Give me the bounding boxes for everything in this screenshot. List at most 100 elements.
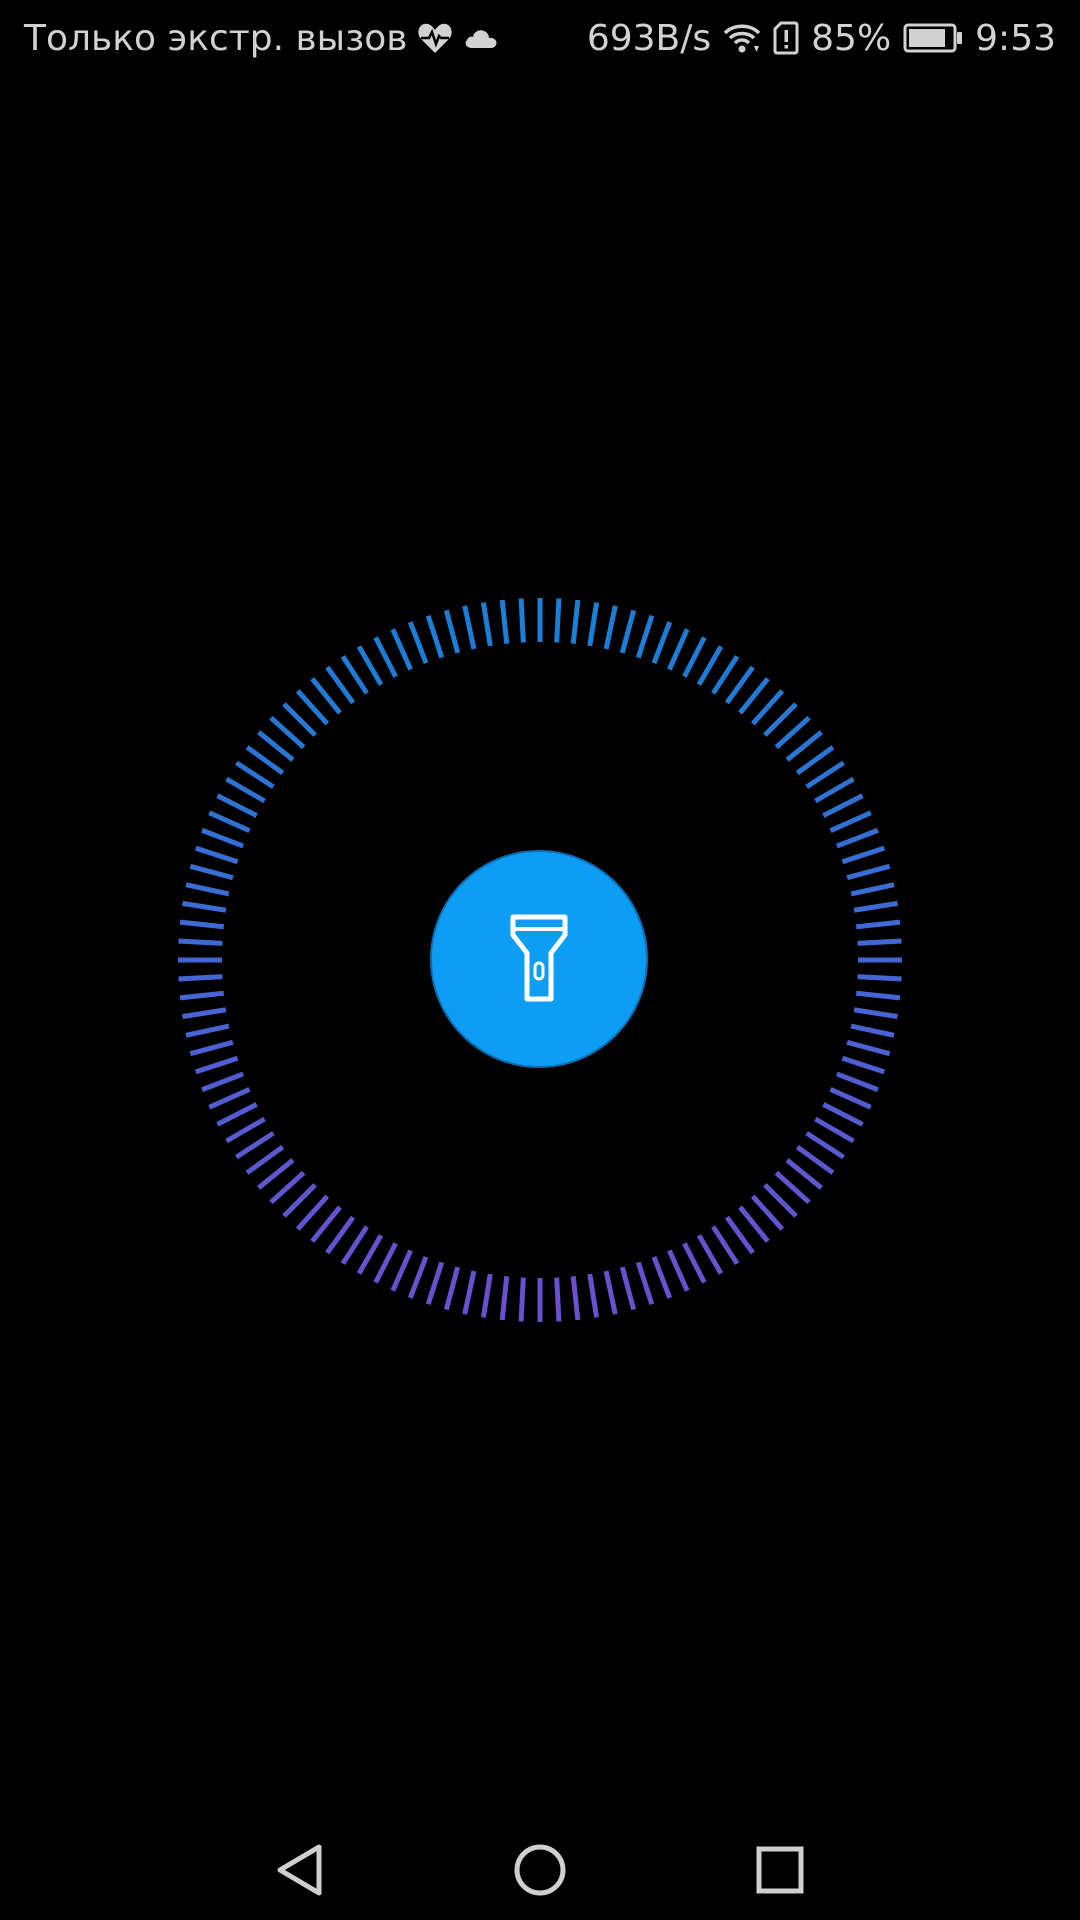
back-button[interactable] bbox=[270, 1840, 330, 1900]
ring-tick bbox=[425, 614, 445, 659]
ring-tick bbox=[443, 609, 461, 654]
ring-tick bbox=[340, 1225, 369, 1265]
ring-tick bbox=[462, 1270, 477, 1315]
ring-tick bbox=[201, 827, 245, 849]
home-icon bbox=[514, 1844, 566, 1896]
ring-tick bbox=[619, 609, 637, 654]
ring-tick bbox=[603, 605, 618, 650]
ring-tick bbox=[587, 602, 600, 647]
ring-tick bbox=[216, 1102, 258, 1127]
ring-tick bbox=[373, 636, 398, 678]
ring-tick bbox=[667, 628, 690, 671]
ring-tick bbox=[853, 1007, 898, 1020]
ring-tick bbox=[635, 614, 655, 659]
ring-tick bbox=[835, 827, 879, 849]
ring-tick bbox=[855, 919, 901, 930]
ring-tick bbox=[651, 621, 673, 665]
ring-tick bbox=[245, 1144, 285, 1175]
ring-tick bbox=[235, 760, 275, 789]
ring-tick bbox=[850, 882, 895, 897]
ring-tick bbox=[795, 745, 835, 776]
ring-tick bbox=[724, 1215, 755, 1255]
ring-tick bbox=[682, 1242, 707, 1284]
ring-tick bbox=[208, 1087, 251, 1110]
ring-tick bbox=[189, 1039, 234, 1057]
ring-tick bbox=[738, 677, 770, 715]
ring-tick bbox=[407, 621, 429, 665]
ring-tick bbox=[182, 1007, 227, 1020]
ring-tick bbox=[185, 1023, 230, 1038]
ring-tick bbox=[738, 1205, 770, 1243]
ring-tick bbox=[841, 845, 886, 865]
ring-tick bbox=[554, 598, 562, 643]
ring-tick bbox=[179, 990, 225, 1001]
ring-tick bbox=[178, 938, 223, 946]
flashlight-icon bbox=[510, 914, 568, 1002]
ring-tick bbox=[855, 990, 901, 1001]
ring-tick bbox=[310, 677, 342, 715]
ring-tick bbox=[390, 1249, 413, 1292]
ring-tick bbox=[805, 1131, 845, 1160]
ring-tick bbox=[185, 882, 230, 897]
ring-tick bbox=[216, 793, 258, 818]
ring-tick bbox=[443, 1266, 461, 1311]
ring-tick bbox=[846, 863, 891, 881]
ring-tick bbox=[841, 1055, 886, 1075]
flashlight-toggle-button[interactable] bbox=[430, 850, 648, 1068]
ring-tick bbox=[235, 1131, 275, 1160]
ring-tick bbox=[340, 655, 369, 695]
ring-tick bbox=[194, 1055, 239, 1075]
ring-tick bbox=[356, 645, 384, 686]
ring-tick bbox=[587, 1273, 600, 1318]
ring-tick bbox=[635, 1261, 655, 1306]
ring-tick bbox=[194, 845, 239, 865]
ring-tick bbox=[462, 605, 477, 650]
ring-tick bbox=[179, 919, 225, 930]
ring-tick bbox=[182, 900, 227, 913]
ring-tick bbox=[325, 665, 356, 705]
ring-tick bbox=[857, 938, 902, 946]
ring-tick bbox=[785, 1158, 823, 1190]
ring-tick bbox=[822, 1102, 864, 1127]
ring-tick bbox=[407, 1255, 429, 1299]
ring-tick bbox=[178, 974, 223, 982]
ring-tick bbox=[208, 810, 251, 833]
ring-tick bbox=[554, 1277, 562, 1322]
ring-tick bbox=[651, 1255, 673, 1299]
ring-tick bbox=[310, 1205, 342, 1243]
ring-tick bbox=[846, 1039, 891, 1057]
flashlight-screen: Только экстр. вызов 693B/s 85% 9:53 bbox=[0, 0, 1080, 1920]
ring-tick bbox=[829, 810, 872, 833]
ring-tick bbox=[518, 1277, 526, 1322]
ring-tick bbox=[201, 1071, 245, 1093]
ring-tick bbox=[853, 900, 898, 913]
ring-tick bbox=[805, 760, 845, 789]
ring-tick bbox=[603, 1270, 618, 1315]
recents-button[interactable] bbox=[750, 1840, 810, 1900]
ring-tick bbox=[570, 1275, 581, 1321]
ring-tick bbox=[785, 730, 823, 762]
ring-tick bbox=[682, 636, 707, 678]
ring-tick bbox=[257, 730, 295, 762]
ring-tick bbox=[245, 745, 285, 776]
ring-tick bbox=[667, 1249, 690, 1292]
ring-tick bbox=[711, 1225, 740, 1265]
home-button[interactable] bbox=[510, 1840, 570, 1900]
ring-tick bbox=[390, 628, 413, 671]
ring-tick bbox=[480, 1273, 493, 1318]
ring-tick bbox=[518, 598, 526, 643]
ring-tick bbox=[373, 1242, 398, 1284]
ring-tick bbox=[425, 1261, 445, 1306]
ring-tick bbox=[257, 1158, 295, 1190]
ring-tick bbox=[499, 1275, 510, 1321]
ring-tick bbox=[829, 1087, 872, 1110]
ring-tick bbox=[822, 793, 864, 818]
ring-tick bbox=[189, 863, 234, 881]
ring-tick bbox=[711, 655, 740, 695]
ring-tick bbox=[795, 1144, 835, 1175]
ring-tick bbox=[325, 1215, 356, 1255]
ring-tick bbox=[619, 1266, 637, 1311]
ring-tick bbox=[480, 602, 493, 647]
recents-icon bbox=[756, 1846, 804, 1894]
ring-tick bbox=[499, 599, 510, 645]
